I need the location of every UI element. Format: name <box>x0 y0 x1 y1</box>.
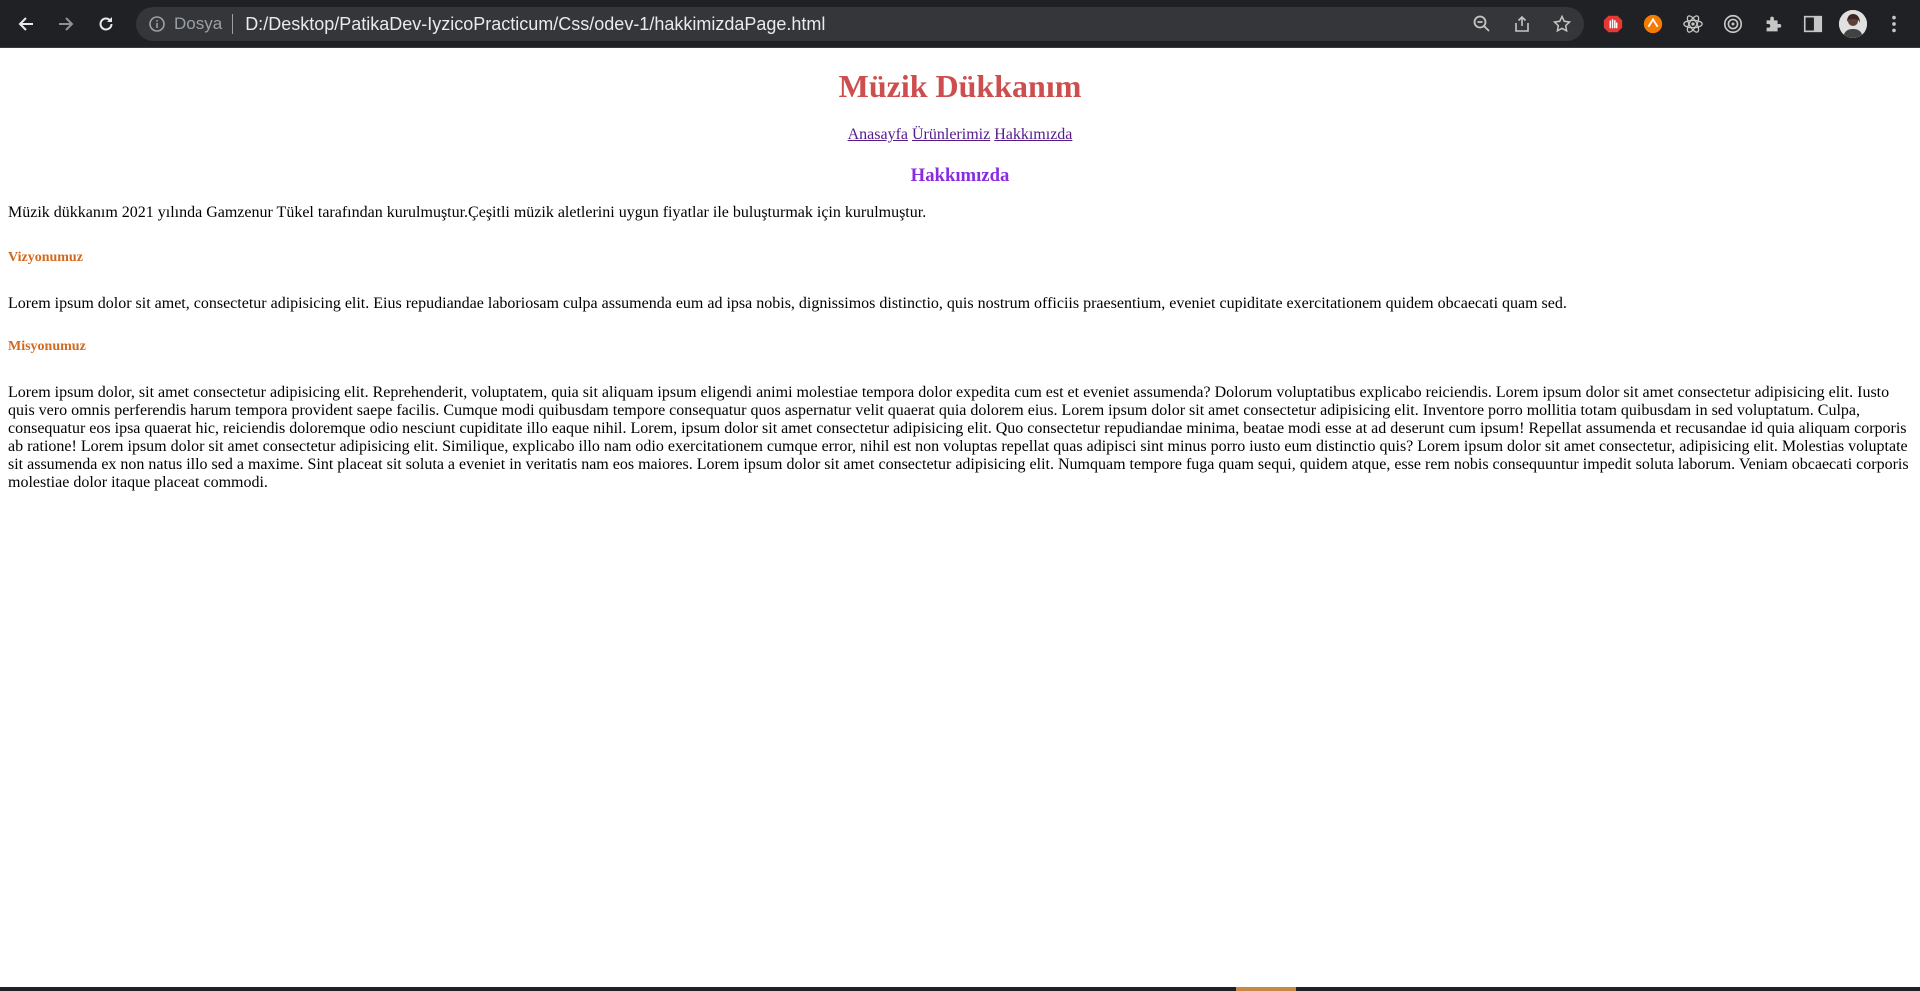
zoom-icon[interactable] <box>1472 14 1492 34</box>
profile-avatar[interactable] <box>1839 10 1867 38</box>
site-title: Müzik Dükkanım <box>838 68 1082 104</box>
vision-paragraph: Lorem ipsum dolor sit amet, consectetur … <box>8 295 1567 312</box>
share-icon[interactable] <box>1512 14 1532 34</box>
red-hand-extension-icon[interactable] <box>1601 12 1625 36</box>
reload-icon[interactable] <box>90 8 122 40</box>
intro-paragraph: Müzik dükkanım 2021 yılında Gamzenur Tük… <box>8 204 927 221</box>
target-extension-icon[interactable] <box>1721 12 1745 36</box>
star-icon[interactable] <box>1552 14 1572 34</box>
mission-heading: Misyonumuz <box>8 339 86 354</box>
mission-paragraph: Lorem ipsum dolor, sit amet consectetur … <box>8 384 1909 491</box>
forward-arrow-icon[interactable] <box>50 8 82 40</box>
omnibox-divider <box>232 14 234 34</box>
back-arrow-icon[interactable] <box>10 8 42 40</box>
nav-link-home[interactable]: Anasayfa <box>848 126 908 143</box>
vision-heading: Vizyonumuz <box>8 250 83 265</box>
taskbar-accent <box>1236 987 1296 991</box>
section-title: Hakkımızda <box>910 165 1010 186</box>
url-text[interactable]: D:/Desktop/PatikaDev-IyzicoPracticum/Css… <box>245 14 825 35</box>
info-icon[interactable] <box>148 15 166 33</box>
puzzle-extensions-icon[interactable] <box>1761 12 1785 36</box>
nav-link-products[interactable]: Ürünlerimiz <box>912 126 990 143</box>
orange-extension-icon[interactable] <box>1641 12 1665 36</box>
side-panel-icon[interactable] <box>1801 12 1825 36</box>
browser-toolbar: Dosya D:/Desktop/PatikaDev-IyzicoPractic… <box>0 0 1920 48</box>
scheme-label: Dosya <box>174 14 223 33</box>
menu-kebab-icon[interactable] <box>1882 12 1906 36</box>
window-bottom-edge <box>0 987 1920 991</box>
main-nav: Anasayfa Ürünlerimiz Hakkımızda <box>0 126 1920 144</box>
nav-link-about[interactable]: Hakkımızda <box>994 126 1072 143</box>
react-devtools-icon[interactable] <box>1681 12 1705 36</box>
address-bar[interactable]: Dosya D:/Desktop/PatikaDev-IyzicoPractic… <box>136 7 1584 41</box>
page-content: Müzik Dükkanım Anasayfa Ürünlerimiz Hakk… <box>0 48 1920 987</box>
